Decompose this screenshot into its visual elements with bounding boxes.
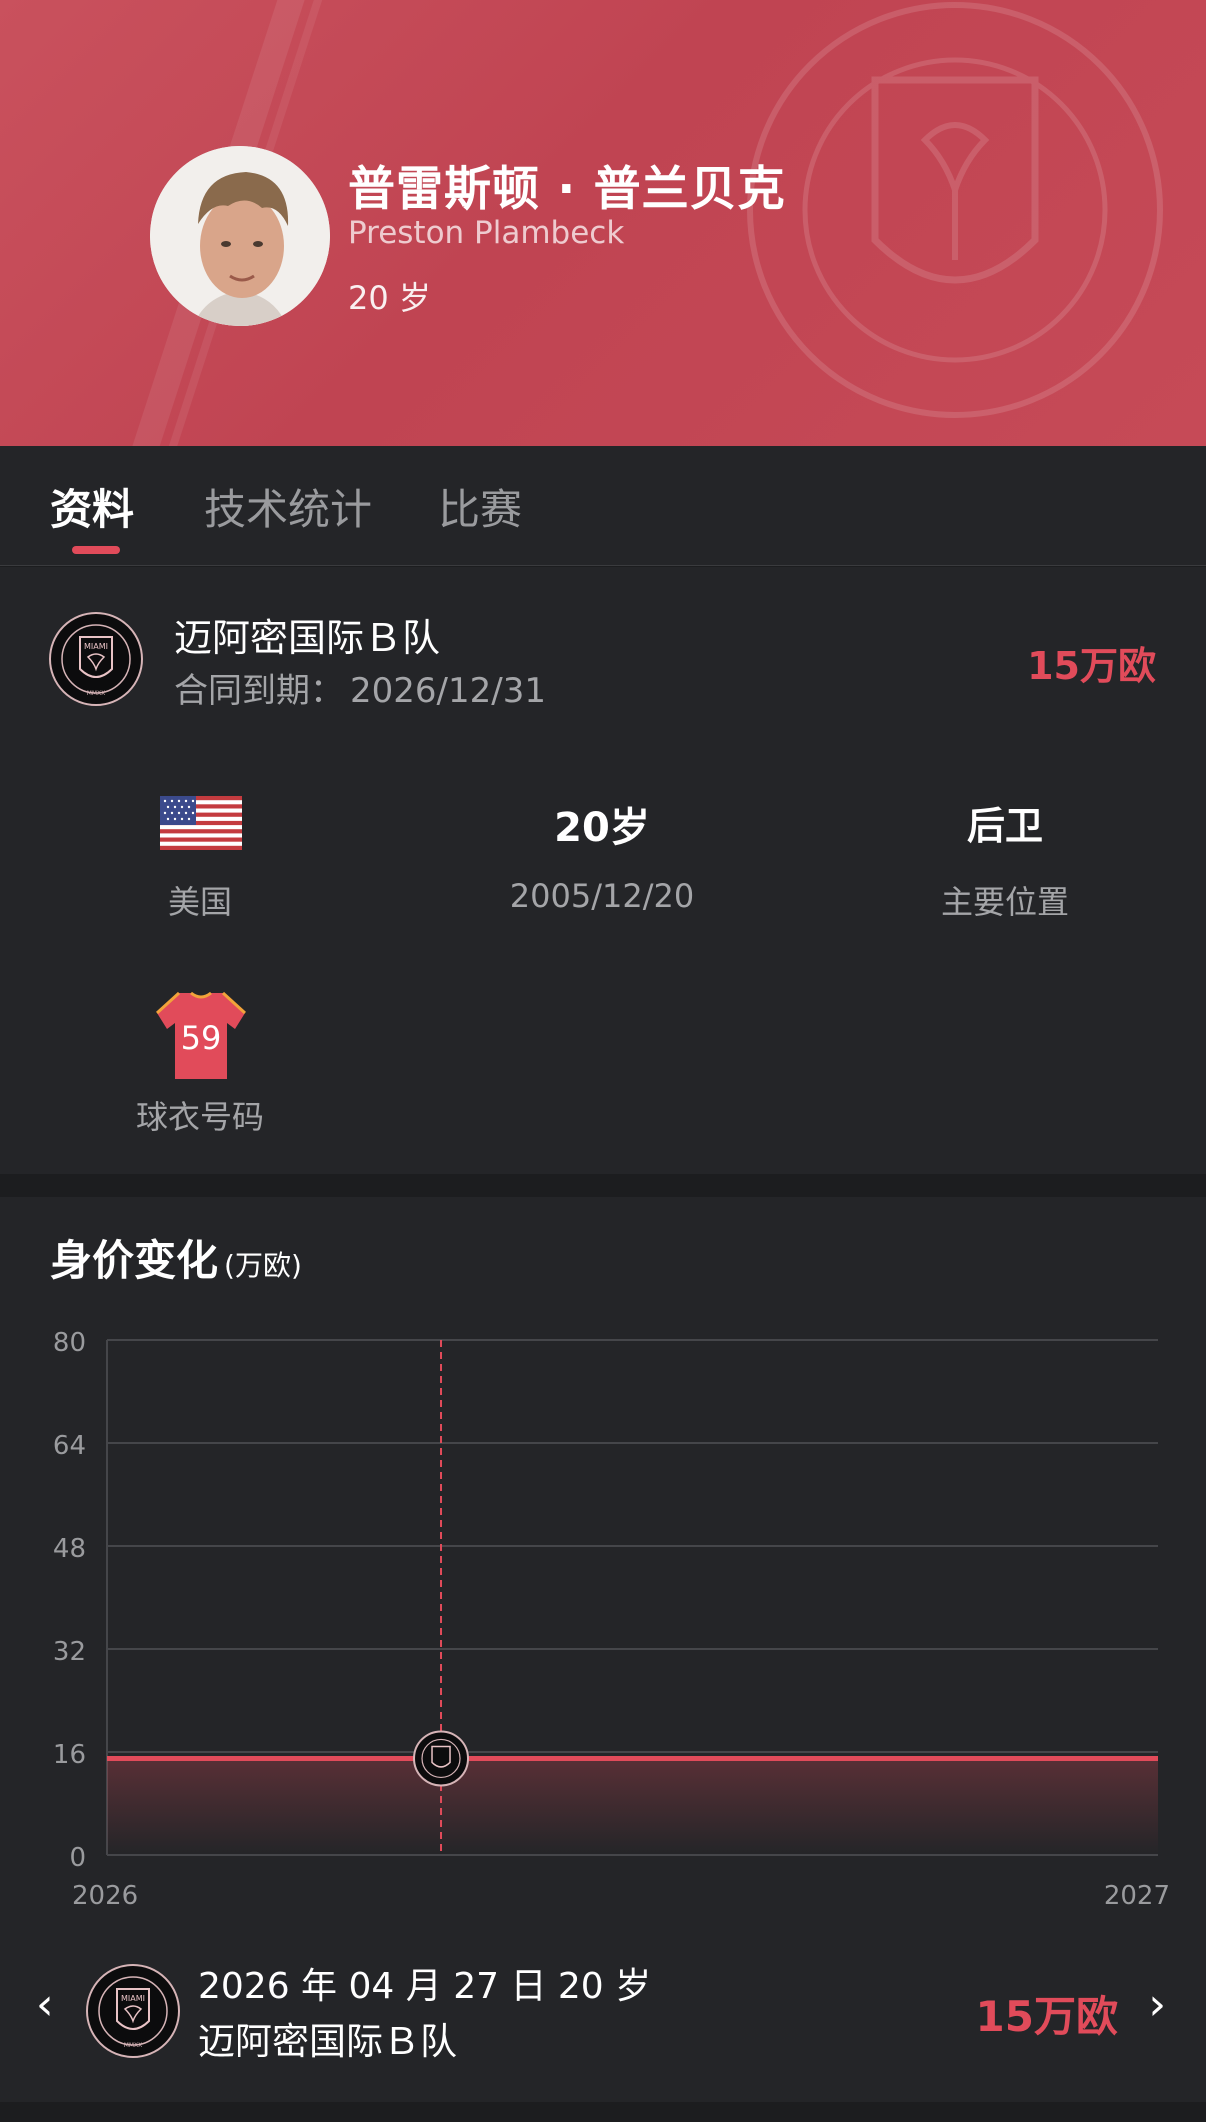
usa-flag-icon bbox=[160, 796, 242, 850]
selected-point-row: ‹ MIAMI MMXX 2026 年 04 月 27 日 20 岁 迈阿密国际… bbox=[0, 1949, 1206, 2089]
market-value-chart[interactable]: 80 64 48 32 16 0 2026 2027 bbox=[0, 1197, 1206, 1957]
svg-text:MMXX: MMXX bbox=[87, 690, 106, 697]
tab-profile[interactable]: 资料 bbox=[50, 476, 134, 537]
tab-bar: 资料 技术统计 比赛 bbox=[0, 446, 1206, 566]
club-name[interactable]: 迈阿密国际Ｂ队 bbox=[174, 607, 440, 662]
profile-panel: MIAMI MMXX 迈阿密国际Ｂ队 合同到期：2026/12/31 15万欧 bbox=[0, 567, 1206, 1174]
prev-point-button[interactable]: ‹ bbox=[36, 1979, 54, 2030]
nationality-label-cell: 美国 bbox=[50, 877, 350, 923]
tab-stats[interactable]: 技术统计 bbox=[204, 476, 372, 537]
active-tab-indicator bbox=[72, 546, 120, 554]
contract-date: 2026/12/31 bbox=[350, 671, 546, 711]
shirt-label-cell: 球衣号码 bbox=[50, 1092, 350, 1138]
y-tick-label: 80 bbox=[53, 1328, 86, 1358]
contract-label: 合同到期： bbox=[174, 671, 344, 711]
shirt-number-badge: 59 bbox=[155, 991, 247, 1081]
club-row[interactable]: MIAMI MMXX bbox=[48, 611, 144, 707]
series-area bbox=[107, 1758, 1158, 1855]
inter-miami-crest-icon: MIAMI MMXX bbox=[86, 1964, 180, 2058]
selected-club: 迈阿密国际Ｂ队 bbox=[198, 2020, 457, 2063]
market-value: 15万欧 bbox=[1027, 644, 1156, 688]
y-tick-label: 32 bbox=[53, 1637, 86, 1667]
svg-text:MIAMI: MIAMI bbox=[84, 642, 108, 651]
selected-club-logo: MIAMI MMXX bbox=[85, 1963, 181, 2059]
club-crest-watermark-icon bbox=[747, 2, 1163, 418]
player-name-en: Preston Plambeck bbox=[348, 215, 625, 251]
age-value: 20岁 bbox=[554, 805, 650, 851]
x-tick-label: 2026 bbox=[72, 1881, 138, 1911]
player-photo-icon bbox=[150, 146, 330, 326]
player-name-cn: 普雷斯顿 · 普兰贝克 bbox=[348, 162, 786, 217]
selected-value: 15万欧 bbox=[975, 1992, 1118, 2041]
birthdate-cell: 2005/12/20 bbox=[452, 877, 752, 915]
tab-matches[interactable]: 比赛 bbox=[438, 476, 522, 537]
next-point-button[interactable]: › bbox=[1148, 1979, 1166, 2030]
selected-date: 2026 年 04 月 27 日 20 岁 bbox=[198, 1966, 652, 2007]
contract-expiry: 合同到期： 2026/12/31 bbox=[174, 663, 546, 712]
y-tick-label: 16 bbox=[53, 1740, 86, 1770]
shirt-label: 球衣号码 bbox=[135, 1098, 264, 1136]
birthdate-label: 2005/12/20 bbox=[509, 877, 695, 915]
position-value: 后卫 bbox=[966, 804, 1043, 848]
shirt-number: 59 bbox=[180, 1019, 222, 1057]
nationality-label: 美国 bbox=[167, 883, 232, 921]
market-value-chart-panel: 身价变化 (万欧) 80 64 48 32 16 0 2026 2027 ‹ MIAMI MMX… bbox=[0, 1197, 1206, 2102]
inter-miami-crest-icon: MIAMI MMXX bbox=[49, 612, 143, 706]
y-tick-label: 64 bbox=[53, 1431, 86, 1461]
svg-text:MMXX: MMXX bbox=[124, 2042, 143, 2049]
y-tick-label: 48 bbox=[53, 1534, 86, 1564]
player-header: 普雷斯顿 · 普兰贝克 Preston Plambeck 20 岁 bbox=[0, 0, 1206, 446]
y-tick-label: 0 bbox=[69, 1843, 86, 1873]
position-label: 主要位置 bbox=[940, 883, 1069, 921]
x-tick-label: 2027 bbox=[1104, 1881, 1170, 1911]
player-age: 20 岁 bbox=[348, 279, 431, 317]
nationality-flag bbox=[160, 796, 242, 850]
position-cell: 主要位置 bbox=[855, 877, 1155, 923]
page-bottom-edge bbox=[0, 2102, 1206, 2122]
player-avatar bbox=[150, 146, 330, 326]
svg-text:MIAMI: MIAMI bbox=[121, 1994, 145, 2003]
